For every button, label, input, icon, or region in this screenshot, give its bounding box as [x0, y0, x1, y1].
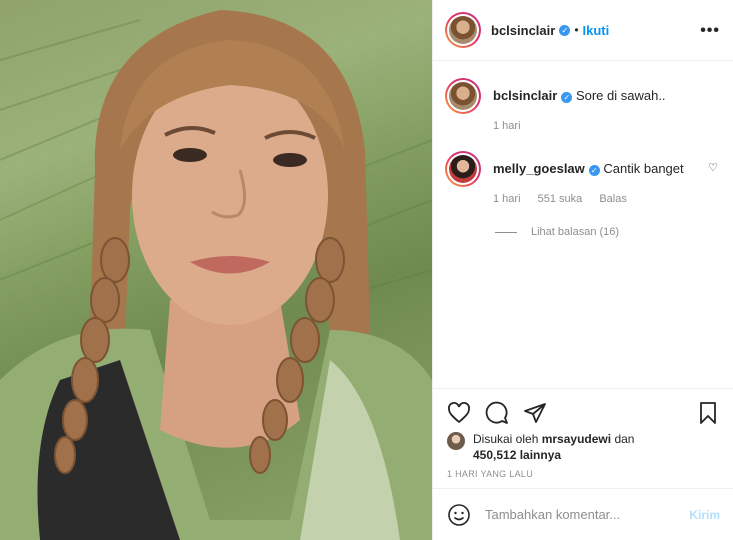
post-photo[interactable] — [0, 0, 432, 540]
separator-dot: • — [574, 23, 579, 37]
author-username[interactable]: bclsinclair — [491, 23, 555, 38]
caption: bclsinclair ✓ Sore di sawah.. 1 hari — [445, 78, 722, 135]
reply-button[interactable]: Balas — [599, 193, 627, 205]
comment-bubble-icon[interactable] — [485, 401, 509, 425]
comment-time[interactable]: 1 hari — [493, 193, 521, 205]
likes-connector: dan — [614, 432, 635, 446]
verified-icon: ✓ — [561, 92, 573, 103]
verified-icon: ✓ — [588, 165, 600, 176]
likes-summary: Disukai oleh mrsayudewi dan 450,512 lain… — [447, 431, 634, 463]
post-side-panel: bclsinclair ✓ • Ikuti ••• bclsinclair ✓ S… — [432, 0, 733, 540]
post-actions-section: Disukai oleh mrsayudewi dan 450,512 lain… — [433, 388, 733, 488]
verified-icon: ✓ — [559, 24, 571, 36]
replies-line — [495, 231, 517, 233]
comment-text: Cantik banget — [603, 161, 684, 176]
post-header: bclsinclair ✓ • Ikuti ••• — [433, 0, 733, 61]
selfie-illustration — [0, 10, 432, 540]
comment-item: melly_goeslaw ✓ Cantik banget 1 hari 551 … — [445, 151, 722, 208]
view-replies-button[interactable]: Lihat balasan (16) — [495, 226, 722, 238]
liker-avatar[interactable] — [447, 432, 465, 450]
caption-time[interactable]: 1 hari — [493, 120, 521, 132]
comment-meta: 1 hari 551 suka Balas — [493, 190, 684, 208]
caption-meta: 1 hari — [493, 117, 666, 135]
follow-button[interactable]: Ikuti — [583, 23, 610, 38]
likes-count[interactable]: 450,512 lainnya — [473, 448, 561, 462]
likes-prefix: Disukai oleh — [473, 432, 539, 446]
share-send-icon[interactable] — [523, 401, 547, 425]
commenter-avatar[interactable] — [445, 151, 481, 187]
bookmark-icon[interactable] — [696, 401, 720, 425]
comment-like-heart-icon[interactable]: ♡ — [708, 161, 718, 174]
author-avatar[interactable] — [445, 12, 481, 48]
caption-username[interactable]: bclsinclair — [493, 88, 557, 103]
emoji-icon[interactable] — [447, 503, 471, 527]
caption-text: Sore di sawah.. — [575, 88, 666, 103]
send-comment-button[interactable]: Kirim — [689, 508, 720, 522]
action-bar — [447, 401, 547, 425]
comments-list[interactable]: bclsinclair ✓ Sore di sawah.. 1 hari mell… — [433, 62, 733, 388]
post-timestamp[interactable]: 1 HARI YANG LALU — [447, 469, 533, 479]
like-heart-icon[interactable] — [447, 401, 471, 425]
liker-username[interactable]: mrsayudewi — [542, 432, 611, 446]
commenter-username[interactable]: melly_goeslaw — [493, 161, 585, 176]
caption-avatar[interactable] — [445, 78, 481, 114]
view-replies-label: Lihat balasan (16) — [531, 226, 620, 238]
author-info: bclsinclair ✓ • Ikuti — [491, 23, 609, 38]
comment-likes[interactable]: 551 suka — [538, 193, 583, 205]
comment-input[interactable] — [485, 507, 675, 522]
add-comment-bar: Kirim — [433, 488, 733, 540]
more-dots-icon[interactable]: ••• — [700, 22, 720, 40]
